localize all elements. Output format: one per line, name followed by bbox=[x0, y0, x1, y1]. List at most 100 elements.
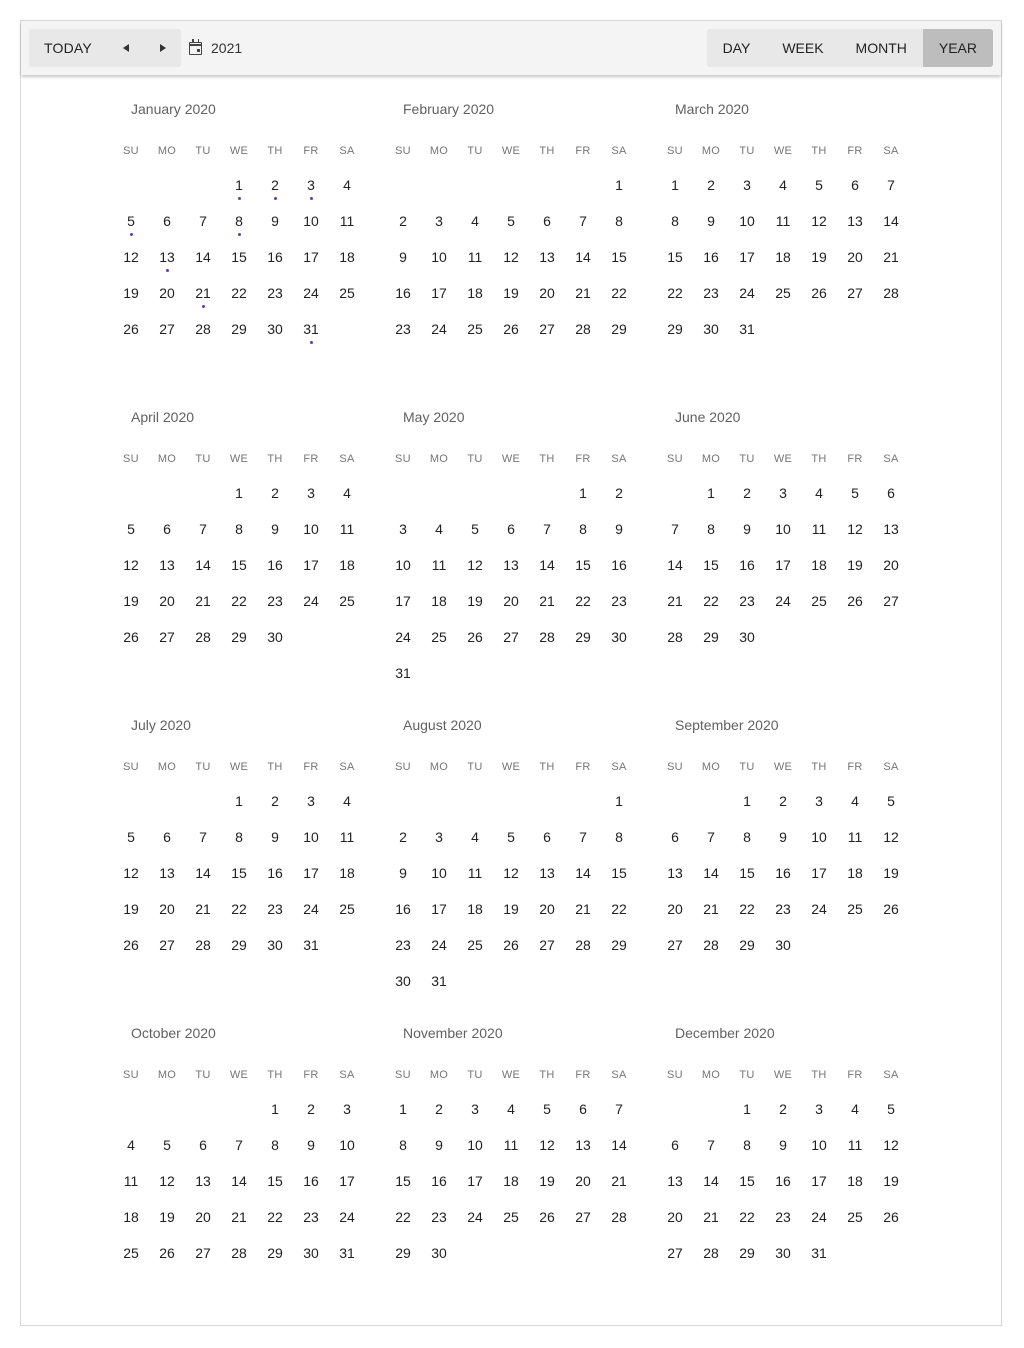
day-cell[interactable]: 30 bbox=[293, 1241, 329, 1265]
prev-button[interactable] bbox=[107, 29, 144, 67]
day-cell[interactable]: 30 bbox=[765, 1241, 801, 1265]
day-cell[interactable]: 5 bbox=[873, 789, 909, 813]
day-cell[interactable]: 6 bbox=[149, 209, 185, 233]
day-cell[interactable]: 8 bbox=[385, 1133, 421, 1157]
day-cell[interactable]: 29 bbox=[565, 625, 601, 649]
day-cell[interactable]: 28 bbox=[185, 933, 221, 957]
day-cell[interactable]: 14 bbox=[693, 1169, 729, 1193]
day-cell[interactable]: 22 bbox=[693, 589, 729, 613]
day-cell[interactable]: 3 bbox=[385, 517, 421, 541]
day-cell[interactable]: 20 bbox=[149, 281, 185, 305]
day-cell[interactable]: 15 bbox=[729, 861, 765, 885]
day-cell[interactable]: 3 bbox=[293, 789, 329, 813]
day-cell[interactable]: 9 bbox=[293, 1133, 329, 1157]
day-cell[interactable]: 16 bbox=[257, 245, 293, 269]
day-cell[interactable]: 4 bbox=[457, 825, 493, 849]
day-cell[interactable]: 26 bbox=[529, 1205, 565, 1229]
day-cell[interactable]: 24 bbox=[293, 281, 329, 305]
day-cell[interactable]: 28 bbox=[185, 317, 221, 341]
day-cell[interactable]: 26 bbox=[457, 625, 493, 649]
day-cell[interactable]: 30 bbox=[257, 625, 293, 649]
day-cell[interactable]: 4 bbox=[801, 481, 837, 505]
day-cell[interactable]: 9 bbox=[385, 245, 421, 269]
day-cell[interactable]: 27 bbox=[149, 317, 185, 341]
day-cell[interactable]: 7 bbox=[565, 209, 601, 233]
day-cell[interactable]: 28 bbox=[601, 1205, 637, 1229]
day-cell[interactable]: 22 bbox=[657, 281, 693, 305]
day-cell[interactable]: 23 bbox=[257, 589, 293, 613]
month-title[interactable]: February 2020 bbox=[403, 101, 494, 117]
month-title[interactable]: January 2020 bbox=[131, 101, 216, 117]
day-cell[interactable]: 1 bbox=[693, 481, 729, 505]
day-cell[interactable]: 10 bbox=[421, 861, 457, 885]
day-cell[interactable]: 21 bbox=[693, 1205, 729, 1229]
day-cell[interactable]: 26 bbox=[873, 897, 909, 921]
day-cell[interactable]: 29 bbox=[221, 933, 257, 957]
day-cell[interactable]: 23 bbox=[257, 281, 293, 305]
day-cell[interactable]: 5 bbox=[873, 1097, 909, 1121]
day-cell[interactable]: 1 bbox=[601, 789, 637, 813]
day-cell[interactable]: 3 bbox=[801, 789, 837, 813]
day-cell[interactable]: 8 bbox=[693, 517, 729, 541]
day-cell[interactable]: 5 bbox=[837, 481, 873, 505]
day-cell[interactable]: 4 bbox=[329, 481, 365, 505]
day-cell[interactable]: 19 bbox=[113, 589, 149, 613]
day-cell[interactable]: 23 bbox=[601, 589, 637, 613]
day-cell[interactable]: 1 bbox=[601, 173, 637, 197]
day-cell[interactable]: 5 bbox=[801, 173, 837, 197]
day-cell[interactable]: 19 bbox=[113, 897, 149, 921]
day-cell[interactable]: 23 bbox=[421, 1205, 457, 1229]
day-cell[interactable]: 2 bbox=[257, 789, 293, 813]
day-cell[interactable]: 24 bbox=[329, 1205, 365, 1229]
day-cell[interactable]: 9 bbox=[257, 825, 293, 849]
day-cell[interactable]: 16 bbox=[421, 1169, 457, 1193]
month-title[interactable]: June 2020 bbox=[675, 409, 740, 425]
day-cell[interactable]: 22 bbox=[729, 897, 765, 921]
day-cell[interactable]: 7 bbox=[221, 1133, 257, 1157]
day-cell[interactable]: 11 bbox=[837, 825, 873, 849]
day-cell[interactable]: 29 bbox=[385, 1241, 421, 1265]
day-cell[interactable]: 15 bbox=[601, 861, 637, 885]
day-cell[interactable]: 7 bbox=[693, 1133, 729, 1157]
day-cell[interactable]: 6 bbox=[529, 825, 565, 849]
day-cell[interactable]: 31 bbox=[385, 661, 421, 685]
day-cell[interactable]: 8 bbox=[657, 209, 693, 233]
day-cell[interactable]: 25 bbox=[457, 317, 493, 341]
day-cell[interactable]: 27 bbox=[493, 625, 529, 649]
day-cell[interactable]: 1 bbox=[221, 481, 257, 505]
day-cell[interactable]: 14 bbox=[565, 245, 601, 269]
day-cell[interactable]: 20 bbox=[657, 897, 693, 921]
day-cell[interactable]: 5 bbox=[529, 1097, 565, 1121]
day-cell[interactable]: 22 bbox=[601, 281, 637, 305]
day-cell[interactable]: 19 bbox=[493, 897, 529, 921]
day-cell[interactable]: 30 bbox=[257, 317, 293, 341]
day-cell[interactable]: 14 bbox=[693, 861, 729, 885]
day-cell[interactable]: 13 bbox=[657, 1169, 693, 1193]
day-cell[interactable]: 8 bbox=[601, 209, 637, 233]
day-cell[interactable]: 28 bbox=[693, 933, 729, 957]
day-cell[interactable]: 3 bbox=[293, 173, 329, 197]
day-cell[interactable]: 16 bbox=[257, 861, 293, 885]
day-cell[interactable]: 12 bbox=[493, 245, 529, 269]
day-cell[interactable]: 14 bbox=[529, 553, 565, 577]
day-cell[interactable]: 3 bbox=[729, 173, 765, 197]
day-cell[interactable]: 26 bbox=[113, 317, 149, 341]
day-cell[interactable]: 12 bbox=[529, 1133, 565, 1157]
day-cell[interactable]: 4 bbox=[765, 173, 801, 197]
day-cell[interactable]: 7 bbox=[873, 173, 909, 197]
day-cell[interactable]: 11 bbox=[801, 517, 837, 541]
day-cell[interactable]: 6 bbox=[493, 517, 529, 541]
day-cell[interactable]: 6 bbox=[565, 1097, 601, 1121]
day-cell[interactable]: 3 bbox=[293, 481, 329, 505]
day-cell[interactable]: 10 bbox=[385, 553, 421, 577]
day-cell[interactable]: 22 bbox=[257, 1205, 293, 1229]
day-cell[interactable]: 4 bbox=[329, 173, 365, 197]
day-cell[interactable]: 14 bbox=[873, 209, 909, 233]
day-cell[interactable]: 8 bbox=[729, 825, 765, 849]
day-cell[interactable]: 16 bbox=[257, 553, 293, 577]
view-week-button[interactable]: WEEK bbox=[766, 29, 839, 67]
day-cell[interactable]: 17 bbox=[421, 281, 457, 305]
day-cell[interactable]: 24 bbox=[765, 589, 801, 613]
day-cell[interactable]: 31 bbox=[729, 317, 765, 341]
day-cell[interactable]: 23 bbox=[729, 589, 765, 613]
